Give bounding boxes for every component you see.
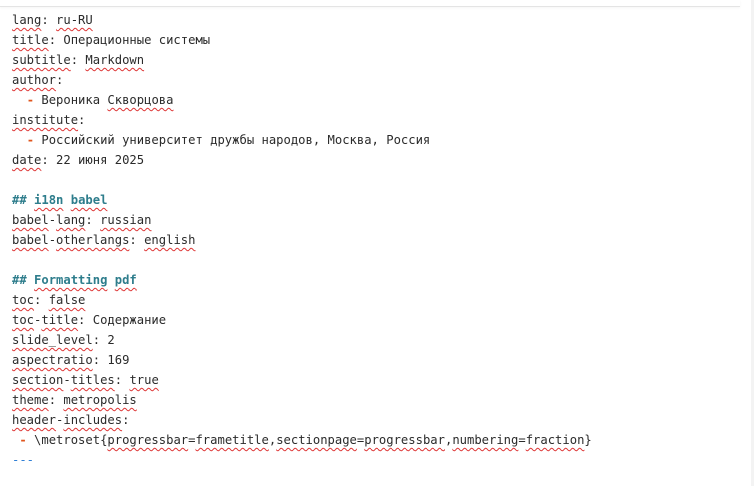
author-last-name: Скворцова (107, 93, 174, 107)
option-progressbar-value: frametitle (195, 433, 269, 447)
colon: : (41, 13, 57, 27)
line-title[interactable]: title: Операционные системы (12, 30, 592, 50)
line-section-babel[interactable]: ## i18n babel (12, 190, 592, 210)
value-title: Операционные системы (63, 33, 211, 47)
key-header: header (12, 413, 57, 427)
key-toc: toc (12, 313, 35, 327)
editor-top-border (0, 0, 740, 7)
colon: : (70, 53, 86, 67)
colon: : (56, 73, 64, 87)
blank-line[interactable] (12, 170, 592, 190)
line-fence[interactable]: --- (12, 450, 592, 470)
line-slide-level[interactable]: slide_level: 2 (12, 330, 592, 350)
editor[interactable]: lang: ru-RU title: Операционные системы … (0, 0, 754, 486)
line-babel-otherlangs[interactable]: babel-otherlangs: english (12, 230, 592, 250)
list-dash: - (26, 93, 35, 107)
value-date: 22 июня 2025 (56, 153, 145, 167)
metroset-command: \metroset{ (34, 433, 108, 447)
key-title: title (12, 33, 49, 47)
blank-line[interactable] (12, 250, 592, 270)
key-author: author (12, 73, 57, 87)
value-subtitle: Markdown (85, 53, 145, 67)
line-lang[interactable]: lang: ru-RU (12, 10, 592, 30)
colon: : (92, 353, 108, 367)
author-first-name: Вероника (41, 93, 108, 107)
list-dash: - (26, 133, 35, 147)
value-toc-title: Содержание (92, 313, 167, 327)
option-numbering-key: numbering (452, 433, 519, 447)
option-sectionpage-value: progressbar (364, 433, 445, 447)
line-author[interactable]: author: (12, 70, 592, 90)
list-dash: - (19, 433, 27, 447)
institute-value: Российский университет дружбы народов, М… (41, 133, 431, 147)
colon: : (114, 373, 130, 387)
yaml-front-matter[interactable]: lang: ru-RU title: Операционные системы … (12, 10, 592, 470)
colon: : (78, 313, 93, 327)
key-lang-part: lang (56, 213, 86, 227)
key-toc: toc (12, 293, 35, 307)
line-babel-lang[interactable]: babel-lang: russian (12, 210, 592, 230)
colon: : (122, 413, 130, 427)
value-babel-otherlangs: english (144, 233, 196, 247)
line-author-item[interactable]: - Вероника Скворцова (12, 90, 592, 110)
line-section-pdf[interactable]: ## Formatting pdf (12, 270, 592, 290)
key-titles-part: titles (70, 373, 115, 387)
key-otherlangs-part: otherlangs (56, 233, 130, 247)
heading-marker: ## (12, 273, 27, 287)
line-section-titles[interactable]: section-titles: true (12, 370, 592, 390)
heading-word-babel: babel (70, 193, 108, 207)
colon: : (48, 393, 64, 407)
option-numbering-value: fraction (525, 433, 585, 447)
value-toc: false (48, 293, 86, 307)
line-subtitle[interactable]: subtitle: Markdown (12, 50, 592, 70)
key-includes-part: includes (63, 413, 123, 427)
option-sectionpage-key: sectionpage (276, 433, 357, 447)
value-slide-level: 2 (107, 333, 115, 347)
line-metroset[interactable]: - \metroset{progressbar=frametitle,secti… (12, 430, 592, 450)
heading-word-formatting: Formatting (34, 273, 108, 287)
value-section-titles: true (129, 373, 159, 387)
line-institute[interactable]: institute: (12, 110, 592, 130)
colon: : (78, 113, 86, 127)
heading-marker: ## (12, 193, 27, 207)
metroset-close: } (584, 433, 592, 447)
key-slide-level: slide_level (12, 333, 93, 347)
key-date: date (12, 153, 42, 167)
key-institute: institute (12, 113, 79, 127)
colon: : (34, 293, 49, 307)
key-section: section (12, 373, 64, 387)
line-institute-item[interactable]: - Российский университет дружбы народов,… (12, 130, 592, 150)
colon: : (48, 33, 64, 47)
heading-word-i18n: i18n (34, 193, 64, 207)
value-aspectratio: 169 (107, 353, 130, 367)
colon: : (41, 153, 57, 167)
value-babel-lang: russian (100, 213, 152, 227)
value-lang: ru-RU (56, 13, 93, 27)
colon: : (85, 213, 101, 227)
line-date[interactable]: date: 22 июня 2025 (12, 150, 592, 170)
line-aspectratio[interactable]: aspectratio: 169 (12, 350, 592, 370)
yaml-fence: --- (12, 453, 35, 467)
key-babel: babel (12, 213, 49, 227)
line-header-includes[interactable]: header-includes: (12, 410, 592, 430)
line-toc-title[interactable]: toc-title: Содержание (12, 310, 592, 330)
colon: : (92, 333, 108, 347)
key-lang: lang (12, 13, 42, 27)
key-theme: theme (12, 393, 49, 407)
line-toc[interactable]: toc: false (12, 290, 592, 310)
value-theme: metropolis (63, 393, 137, 407)
key-title-part: title (41, 313, 79, 327)
key-aspectratio: aspectratio (12, 353, 93, 367)
heading-word-pdf: pdf (114, 273, 137, 287)
line-theme[interactable]: theme: metropolis (12, 390, 592, 410)
option-progressbar-key: progressbar (107, 433, 189, 447)
key-subtitle: subtitle (12, 53, 71, 67)
colon: : (129, 233, 145, 247)
key-babel: babel (12, 233, 49, 247)
